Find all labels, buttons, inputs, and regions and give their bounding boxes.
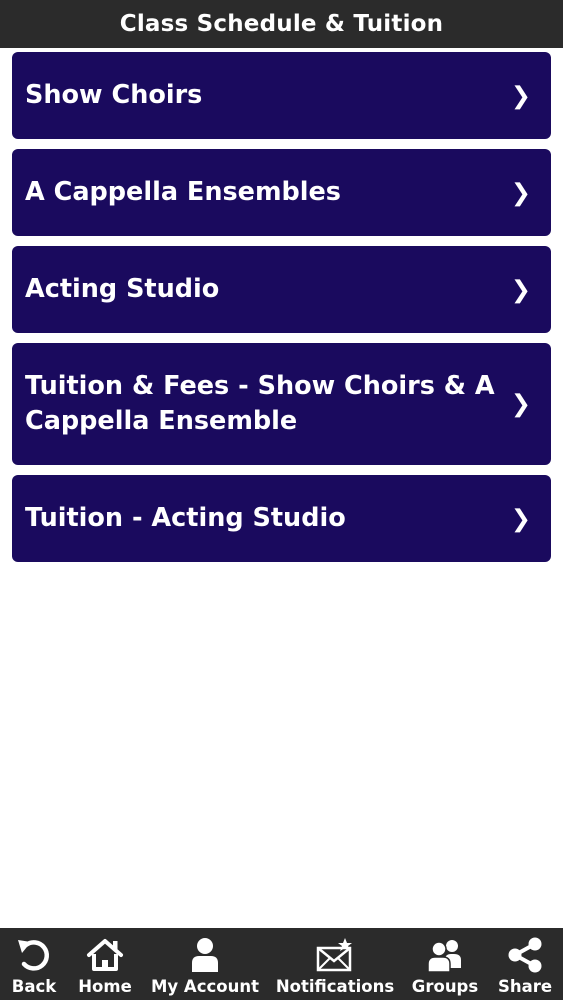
nav-my-account-label: My Account [151,977,259,996]
menu-item-show-choirs[interactable]: Show Choirs ❯ [12,52,551,139]
chevron-right-icon: ❯ [510,389,531,418]
nav-home-button[interactable]: Home [77,928,133,1000]
share-icon [508,937,542,973]
top-bar: Class Schedule & Tuition [0,0,563,48]
user-icon [192,938,218,972]
undo-arrow-icon [18,940,50,971]
menu-item-tuition-acting-studio[interactable]: Tuition - Acting Studio ❯ [12,475,551,562]
nav-notifications-label: Notifications [275,977,395,996]
nav-notifications-button[interactable]: Notifications [275,928,395,1000]
bottom-nav-bar: Back Home My Account Notifications Group… [0,928,563,1000]
menu-item-label: A Cappella Ensembles [25,177,341,207]
envelope-star-icon [316,938,352,972]
chevron-right-icon: ❯ [510,80,531,109]
home-icon [87,939,123,971]
menu-list: Show Choirs ❯ A Cappella Ensembles ❯ Act… [12,52,551,572]
nav-home-label: Home [78,977,132,996]
menu-item-label: Tuition & Fees - Show Choirs & A Cappell… [25,371,495,436]
menu-item-a-cappella-ensembles[interactable]: A Cappella Ensembles ❯ [12,149,551,236]
chevron-right-icon: ❯ [510,274,531,303]
app-screen: Class Schedule & Tuition Show Choirs ❯ A… [0,0,563,1000]
nav-back-button[interactable]: Back [8,928,60,1000]
chevron-right-icon: ❯ [510,177,531,206]
menu-item-tuition-fees-show-choirs[interactable]: Tuition & Fees - Show Choirs & A Cappell… [12,343,551,465]
nav-back-label: Back [11,977,57,996]
menu-item-acting-studio[interactable]: Acting Studio ❯ [12,246,551,333]
page-title: Class Schedule & Tuition [119,11,444,37]
menu-item-label: Show Choirs [25,80,203,110]
nav-share-button[interactable]: Share [497,928,553,1000]
nav-my-account-button[interactable]: My Account [150,928,260,1000]
nav-groups-button[interactable]: Groups [410,928,480,1000]
nav-groups-label: Groups [411,977,479,996]
menu-item-label: Acting Studio [25,274,220,304]
group-icon [427,940,461,973]
menu-item-label: Tuition - Acting Studio [25,503,346,533]
chevron-right-icon: ❯ [510,503,531,532]
nav-share-label: Share [497,977,553,996]
